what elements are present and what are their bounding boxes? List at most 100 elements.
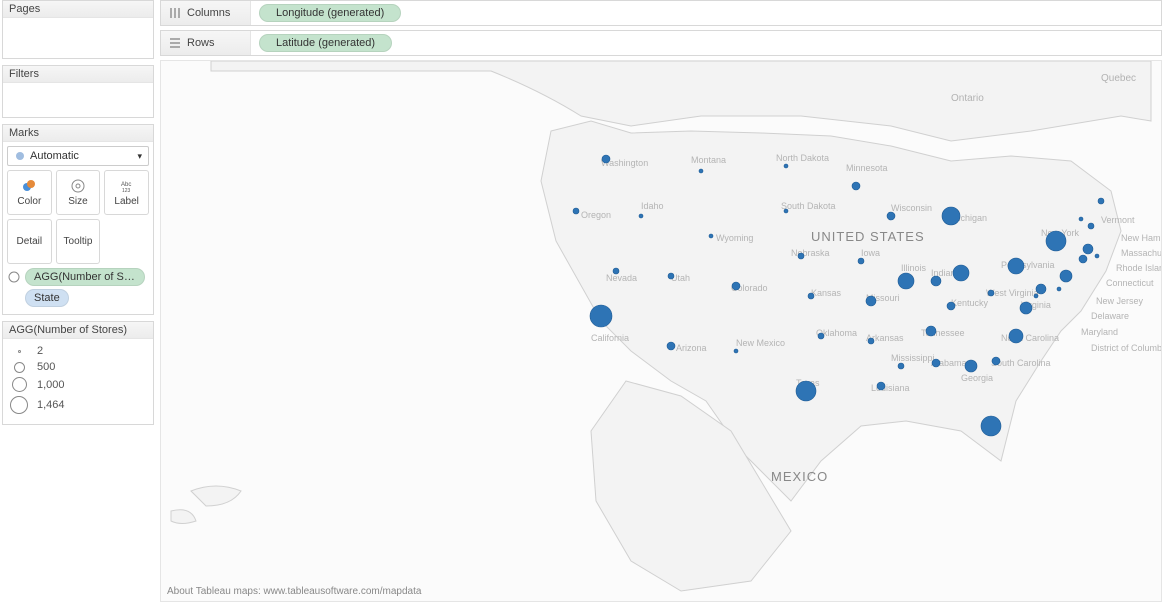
map-state-label: Kansas	[811, 288, 842, 298]
map-state-label: Wisconsin	[891, 203, 932, 213]
map-dot[interactable]	[852, 182, 860, 190]
map-dot[interactable]	[590, 305, 612, 327]
map-state-label: District of Columbia	[1091, 343, 1161, 353]
map-dot[interactable]	[602, 155, 610, 163]
map-dot[interactable]	[931, 276, 941, 286]
tooltip-label: Tooltip	[64, 236, 93, 247]
map-state-label: North Dakota	[776, 153, 829, 163]
marks-color-button[interactable]: Color	[7, 170, 52, 215]
map-dot[interactable]	[808, 293, 814, 299]
filters-drop-zone[interactable]	[3, 83, 153, 117]
legend-value: 1,000	[37, 379, 65, 391]
map-dot[interactable]	[1079, 255, 1087, 263]
map-dot[interactable]	[887, 212, 895, 220]
columns-shelf[interactable]: Columns Longitude (generated)	[160, 0, 1162, 26]
map-dot[interactable]	[818, 333, 824, 339]
map-dot[interactable]	[1009, 329, 1023, 343]
label-quebec: Quebec	[1101, 73, 1136, 84]
rows-shelf[interactable]: Rows Latitude (generated)	[160, 30, 1162, 56]
label-ontario: Ontario	[951, 93, 984, 104]
map-dot[interactable]	[1060, 270, 1072, 282]
map-dot[interactable]	[1088, 223, 1094, 229]
pages-card: Pages	[2, 0, 154, 59]
legend-header: AGG(Number of Stores)	[3, 322, 153, 339]
map-dot[interactable]	[898, 273, 914, 289]
filters-header: Filters	[3, 66, 153, 83]
marks-pill-row-agg[interactable]: AGG(Number of Sto..	[7, 268, 149, 286]
map-viz[interactable]: UNITED STATES MEXICO Ontario Quebec Wash…	[160, 60, 1162, 602]
map-state-label: Oregon	[581, 210, 611, 220]
map-dot[interactable]	[1046, 231, 1066, 251]
map-state-label: Arizona	[676, 343, 707, 353]
map-dot[interactable]	[926, 326, 936, 336]
map-attribution: About Tableau maps: www.tableausoftware.…	[167, 586, 421, 597]
map-dot[interactable]	[668, 273, 674, 279]
svg-text:123: 123	[122, 188, 131, 194]
map-dot[interactable]	[734, 349, 738, 353]
map-dot[interactable]	[796, 381, 816, 401]
map-state-label: Massachusetts	[1121, 248, 1161, 258]
map-dot[interactable]	[868, 338, 874, 344]
map-state-label: Illinois	[901, 263, 927, 273]
map-dot[interactable]	[992, 357, 1000, 365]
label-mexico: MEXICO	[771, 469, 828, 484]
marks-pill-row-state[interactable]: State	[7, 289, 149, 307]
pages-header: Pages	[3, 1, 153, 18]
filters-card: Filters	[2, 65, 154, 118]
map-state-label: Nevada	[606, 273, 637, 283]
label-us: UNITED STATES	[811, 229, 925, 244]
map-dot[interactable]	[942, 207, 960, 225]
color-icon	[21, 178, 37, 194]
legend-body: 25001,0001,464	[3, 339, 153, 424]
map-dot[interactable]	[732, 282, 740, 290]
map-dot[interactable]	[1008, 258, 1024, 274]
map-dot[interactable]	[981, 416, 1001, 436]
map-dot[interactable]	[1083, 244, 1093, 254]
map-dot[interactable]	[932, 359, 940, 367]
map-state-label: Maryland	[1081, 327, 1118, 337]
pages-drop-zone[interactable]	[3, 18, 153, 58]
map-dot[interactable]	[784, 164, 788, 168]
map-state-label: South Dakota	[781, 201, 836, 211]
color-label: Color	[17, 196, 41, 207]
map-dot[interactable]	[965, 360, 977, 372]
map-dot[interactable]	[784, 209, 788, 213]
map-dot[interactable]	[947, 302, 955, 310]
map-dot[interactable]	[667, 342, 675, 350]
map-dot[interactable]	[639, 214, 643, 218]
marks-header: Marks	[3, 125, 153, 142]
map-state-label: Wyoming	[716, 233, 753, 243]
map-dot[interactable]	[798, 253, 804, 259]
map-dot[interactable]	[858, 258, 864, 264]
map-dot[interactable]	[1079, 217, 1083, 221]
map-dot[interactable]	[1020, 302, 1032, 314]
columns-pill[interactable]: Longitude (generated)	[259, 4, 401, 22]
pill-agg[interactable]: AGG(Number of Sto..	[25, 268, 145, 286]
map-state-label: Connecticut	[1106, 278, 1154, 288]
legend-bubble	[14, 362, 25, 373]
map-dot[interactable]	[1034, 294, 1038, 298]
map-dot[interactable]	[1057, 287, 1061, 291]
map-dot[interactable]	[573, 208, 579, 214]
pill-state[interactable]: State	[25, 289, 69, 307]
rows-pill[interactable]: Latitude (generated)	[259, 34, 392, 52]
map-dot[interactable]	[709, 234, 713, 238]
map-dot[interactable]	[988, 290, 994, 296]
marks-type-select[interactable]: Automatic ▾	[7, 146, 149, 166]
map-dot[interactable]	[613, 268, 619, 274]
map-dot[interactable]	[699, 169, 703, 173]
map-dot[interactable]	[1098, 198, 1104, 204]
map-dot[interactable]	[898, 363, 904, 369]
map-dot[interactable]	[877, 382, 885, 390]
map-dot[interactable]	[1036, 284, 1046, 294]
marks-tooltip-button[interactable]: Tooltip	[56, 219, 101, 264]
marks-label-button[interactable]: Abc123 Label	[104, 170, 149, 215]
map-dot[interactable]	[953, 265, 969, 281]
marks-type-label: Automatic	[30, 150, 79, 162]
marks-detail-button[interactable]: Detail	[7, 219, 52, 264]
map-dot[interactable]	[1095, 254, 1099, 258]
map-dot[interactable]	[866, 296, 876, 306]
legend-bubble	[10, 396, 28, 414]
map-state-label: Iowa	[861, 248, 880, 258]
marks-size-button[interactable]: Size	[56, 170, 101, 215]
